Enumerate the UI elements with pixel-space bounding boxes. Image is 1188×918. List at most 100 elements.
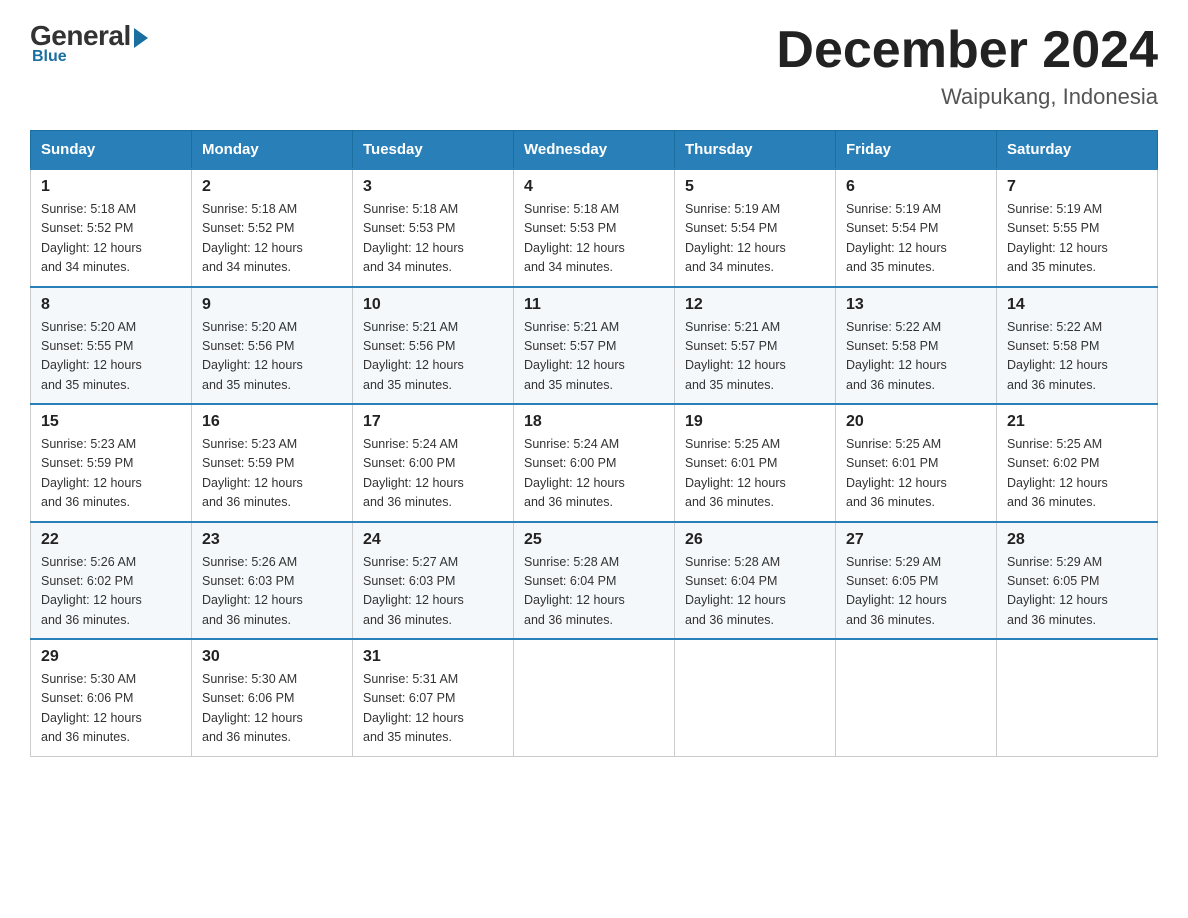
day-info: Sunrise: 5:18 AMSunset: 5:52 PMDaylight:… bbox=[41, 200, 181, 278]
day-number: 31 bbox=[363, 648, 503, 666]
day-info: Sunrise: 5:30 AMSunset: 6:06 PMDaylight:… bbox=[202, 670, 342, 748]
calendar-cell: 20 Sunrise: 5:25 AMSunset: 6:01 PMDayligh… bbox=[836, 404, 997, 522]
day-number: 25 bbox=[524, 531, 664, 549]
day-info: Sunrise: 5:20 AMSunset: 5:55 PMDaylight:… bbox=[41, 318, 181, 396]
day-info: Sunrise: 5:19 AMSunset: 5:55 PMDaylight:… bbox=[1007, 200, 1147, 278]
logo-blue-text: Blue bbox=[32, 48, 67, 66]
calendar-cell: 11 Sunrise: 5:21 AMSunset: 5:57 PMDayligh… bbox=[514, 287, 675, 405]
day-info: Sunrise: 5:28 AMSunset: 6:04 PMDaylight:… bbox=[524, 553, 664, 631]
calendar-cell: 7 Sunrise: 5:19 AMSunset: 5:55 PMDaylight… bbox=[997, 169, 1158, 287]
logo: General Blue bbox=[30, 20, 148, 66]
calendar-cell: 9 Sunrise: 5:20 AMSunset: 5:56 PMDaylight… bbox=[192, 287, 353, 405]
day-info: Sunrise: 5:25 AMSunset: 6:01 PMDaylight:… bbox=[846, 435, 986, 513]
calendar-week-row: 1 Sunrise: 5:18 AMSunset: 5:52 PMDaylight… bbox=[31, 169, 1158, 287]
calendar-cell: 1 Sunrise: 5:18 AMSunset: 5:52 PMDaylight… bbox=[31, 169, 192, 287]
day-number: 6 bbox=[846, 178, 986, 196]
day-info: Sunrise: 5:30 AMSunset: 6:06 PMDaylight:… bbox=[41, 670, 181, 748]
calendar-cell: 4Sunrise: 5:18 AMSunset: 5:53 PMDaylight… bbox=[514, 169, 675, 287]
calendar-header-saturday: Saturday bbox=[997, 131, 1158, 170]
day-number: 8 bbox=[41, 296, 181, 314]
calendar-header-monday: Monday bbox=[192, 131, 353, 170]
day-info: Sunrise: 5:25 AMSunset: 6:02 PMDaylight:… bbox=[1007, 435, 1147, 513]
calendar-week-row: 29 Sunrise: 5:30 AMSunset: 6:06 PMDayligh… bbox=[31, 639, 1158, 756]
day-number: 20 bbox=[846, 413, 986, 431]
day-number: 9 bbox=[202, 296, 342, 314]
calendar-header-friday: Friday bbox=[836, 131, 997, 170]
day-info: Sunrise: 5:23 AMSunset: 5:59 PMDaylight:… bbox=[41, 435, 181, 513]
calendar-cell: 3Sunrise: 5:18 AMSunset: 5:53 PMDaylight… bbox=[353, 169, 514, 287]
day-number: 11 bbox=[524, 296, 664, 314]
calendar-header-wednesday: Wednesday bbox=[514, 131, 675, 170]
calendar-cell: 24Sunrise: 5:27 AMSunset: 6:03 PMDayligh… bbox=[353, 522, 514, 640]
calendar-cell: 15Sunrise: 5:23 AMSunset: 5:59 PMDayligh… bbox=[31, 404, 192, 522]
day-info: Sunrise: 5:26 AMSunset: 6:03 PMDaylight:… bbox=[202, 553, 342, 631]
day-number: 2 bbox=[202, 178, 342, 196]
day-number: 13 bbox=[846, 296, 986, 314]
day-number: 22 bbox=[41, 531, 181, 549]
calendar-cell: 27 Sunrise: 5:29 AMSunset: 6:05 PMDayligh… bbox=[836, 522, 997, 640]
page-header: General Blue December 2024 Waipukang, In… bbox=[30, 20, 1158, 110]
month-title: December 2024 bbox=[776, 20, 1158, 80]
day-number: 29 bbox=[41, 648, 181, 666]
day-info: Sunrise: 5:29 AMSunset: 6:05 PMDaylight:… bbox=[846, 553, 986, 631]
day-number: 3 bbox=[363, 178, 503, 196]
calendar-cell: 6 Sunrise: 5:19 AMSunset: 5:54 PMDaylight… bbox=[836, 169, 997, 287]
calendar-cell bbox=[997, 639, 1158, 756]
calendar-cell: 10 Sunrise: 5:21 AMSunset: 5:56 PMDayligh… bbox=[353, 287, 514, 405]
calendar-cell: 16 Sunrise: 5:23 AMSunset: 5:59 PMDayligh… bbox=[192, 404, 353, 522]
calendar-cell bbox=[836, 639, 997, 756]
calendar-cell: 23 Sunrise: 5:26 AMSunset: 6:03 PMDayligh… bbox=[192, 522, 353, 640]
day-info: Sunrise: 5:19 AMSunset: 5:54 PMDaylight:… bbox=[846, 200, 986, 278]
day-info: Sunrise: 5:21 AMSunset: 5:56 PMDaylight:… bbox=[363, 318, 503, 396]
day-info: Sunrise: 5:26 AMSunset: 6:02 PMDaylight:… bbox=[41, 553, 181, 631]
calendar-cell: 26 Sunrise: 5:28 AMSunset: 6:04 PMDayligh… bbox=[675, 522, 836, 640]
day-info: Sunrise: 5:21 AMSunset: 5:57 PMDaylight:… bbox=[524, 318, 664, 396]
day-number: 5 bbox=[685, 178, 825, 196]
calendar-cell: 18 Sunrise: 5:24 AMSunset: 6:00 PMDayligh… bbox=[514, 404, 675, 522]
day-info: Sunrise: 5:18 AMSunset: 5:52 PMDaylight:… bbox=[202, 200, 342, 278]
calendar-cell: 21 Sunrise: 5:25 AMSunset: 6:02 PMDayligh… bbox=[997, 404, 1158, 522]
day-info: Sunrise: 5:24 AMSunset: 6:00 PMDaylight:… bbox=[524, 435, 664, 513]
title-area: December 2024 Waipukang, Indonesia bbox=[776, 20, 1158, 110]
day-number: 12 bbox=[685, 296, 825, 314]
day-number: 7 bbox=[1007, 178, 1147, 196]
day-info: Sunrise: 5:19 AMSunset: 5:54 PMDaylight:… bbox=[685, 200, 825, 278]
calendar-cell bbox=[514, 639, 675, 756]
calendar-header-thursday: Thursday bbox=[675, 131, 836, 170]
day-info: Sunrise: 5:22 AMSunset: 5:58 PMDaylight:… bbox=[846, 318, 986, 396]
logo-arrow-icon bbox=[134, 28, 148, 48]
day-number: 19 bbox=[685, 413, 825, 431]
day-number: 23 bbox=[202, 531, 342, 549]
calendar-cell: 13 Sunrise: 5:22 AMSunset: 5:58 PMDayligh… bbox=[836, 287, 997, 405]
day-info: Sunrise: 5:31 AMSunset: 6:07 PMDaylight:… bbox=[363, 670, 503, 748]
day-number: 10 bbox=[363, 296, 503, 314]
calendar-cell: 8 Sunrise: 5:20 AMSunset: 5:55 PMDaylight… bbox=[31, 287, 192, 405]
day-number: 28 bbox=[1007, 531, 1147, 549]
day-info: Sunrise: 5:23 AMSunset: 5:59 PMDaylight:… bbox=[202, 435, 342, 513]
day-info: Sunrise: 5:24 AMSunset: 6:00 PMDaylight:… bbox=[363, 435, 503, 513]
calendar-header-tuesday: Tuesday bbox=[353, 131, 514, 170]
day-number: 17 bbox=[363, 413, 503, 431]
calendar-cell: 2 Sunrise: 5:18 AMSunset: 5:52 PMDaylight… bbox=[192, 169, 353, 287]
location-text: Waipukang, Indonesia bbox=[776, 84, 1158, 110]
calendar-cell: 19 Sunrise: 5:25 AMSunset: 6:01 PMDayligh… bbox=[675, 404, 836, 522]
day-info: Sunrise: 5:20 AMSunset: 5:56 PMDaylight:… bbox=[202, 318, 342, 396]
day-number: 14 bbox=[1007, 296, 1147, 314]
day-number: 16 bbox=[202, 413, 342, 431]
day-number: 4 bbox=[524, 178, 664, 196]
day-number: 27 bbox=[846, 531, 986, 549]
day-number: 21 bbox=[1007, 413, 1147, 431]
day-info: Sunrise: 5:25 AMSunset: 6:01 PMDaylight:… bbox=[685, 435, 825, 513]
calendar-cell: 28Sunrise: 5:29 AMSunset: 6:05 PMDayligh… bbox=[997, 522, 1158, 640]
calendar-cell: 29 Sunrise: 5:30 AMSunset: 6:06 PMDayligh… bbox=[31, 639, 192, 756]
day-number: 26 bbox=[685, 531, 825, 549]
day-number: 18 bbox=[524, 413, 664, 431]
day-number: 30 bbox=[202, 648, 342, 666]
day-info: Sunrise: 5:22 AMSunset: 5:58 PMDaylight:… bbox=[1007, 318, 1147, 396]
day-info: Sunrise: 5:28 AMSunset: 6:04 PMDaylight:… bbox=[685, 553, 825, 631]
calendar-cell: 14 Sunrise: 5:22 AMSunset: 5:58 PMDayligh… bbox=[997, 287, 1158, 405]
day-number: 1 bbox=[41, 178, 181, 196]
calendar-cell: 31 Sunrise: 5:31 AMSunset: 6:07 PMDayligh… bbox=[353, 639, 514, 756]
calendar-cell bbox=[675, 639, 836, 756]
day-info: Sunrise: 5:21 AMSunset: 5:57 PMDaylight:… bbox=[685, 318, 825, 396]
